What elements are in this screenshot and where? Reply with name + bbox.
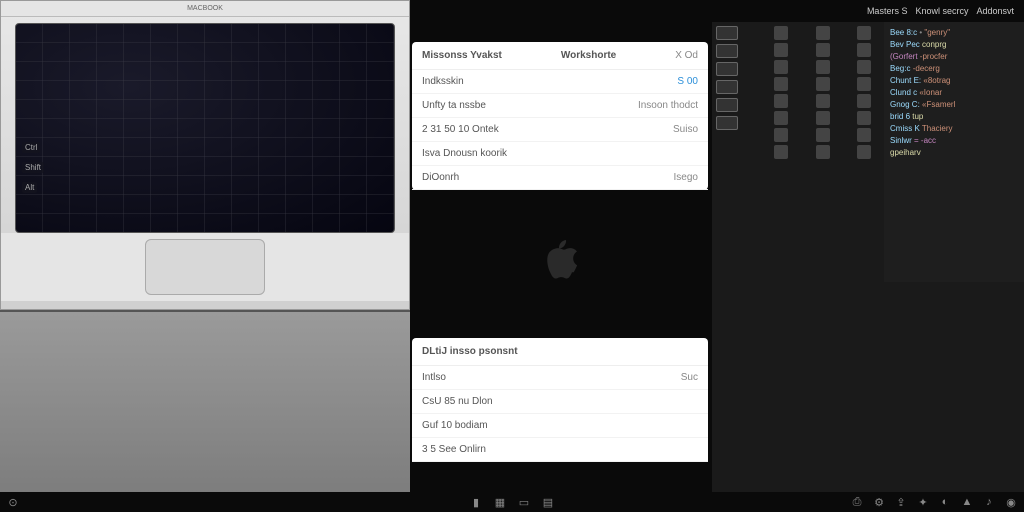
doc-icon[interactable] <box>716 26 738 40</box>
code-line: (Gorfert -procfer <box>890 52 1018 61</box>
settings-row[interactable]: DiOonrhIsego <box>412 166 708 190</box>
code-line: gpeiharv <box>890 148 1018 157</box>
settings-row[interactable]: Isva Dnousn koorik <box>412 142 708 166</box>
menu-item[interactable]: Masters S <box>867 6 908 16</box>
menu-item[interactable]: Knowl secrcy <box>915 6 968 16</box>
settings-row[interactable]: Unfty ta nssbeInsoon thodct <box>412 94 708 118</box>
grid-icon[interactable] <box>774 145 788 159</box>
settings-row[interactable]: 3 5 See Onlirn <box>412 438 708 462</box>
grid-icon[interactable] <box>857 145 871 159</box>
grid-icon[interactable] <box>774 60 788 74</box>
code-line: Cmiss K Thaciery <box>890 124 1018 133</box>
settings-row[interactable]: IntlsoSuc <box>412 366 708 390</box>
close-button[interactable]: X Od <box>675 50 698 61</box>
taskbar-tray-icon[interactable]: ▲ <box>960 495 974 509</box>
code-line: Bee 8:c • "genry" <box>890 28 1018 37</box>
apple-icon <box>539 238 581 291</box>
code-line: Sinlwr = -acc <box>890 136 1018 145</box>
grid-icon[interactable] <box>774 77 788 91</box>
grid-icon[interactable] <box>816 111 830 125</box>
doc-icon-column <box>712 22 770 492</box>
grid-icon[interactable] <box>857 128 871 142</box>
taskbar-app-icon[interactable]: ▤ <box>541 495 555 509</box>
grid-icon[interactable] <box>816 43 830 57</box>
taskbar-app-icon[interactable]: ▦ <box>493 495 507 509</box>
settings-panel-top: Missonss Yvakst Workshorte X Od Indksski… <box>412 42 708 190</box>
code-line: Bev Pec conprg <box>890 40 1018 49</box>
menu-item-right[interactable]: Addonsvt <box>976 6 1014 16</box>
taskbar-tray-icon[interactable]: ⇪ <box>894 495 908 509</box>
grid-icon[interactable] <box>774 128 788 142</box>
key-ctrl: Ctrl <box>22 142 40 153</box>
grid-icon[interactable] <box>774 111 788 125</box>
doc-icon[interactable] <box>716 44 738 58</box>
doc-icon[interactable] <box>716 116 738 130</box>
taskbar-tray-icon[interactable]: ♪ <box>982 495 996 509</box>
taskbar-tray-icon[interactable]: ✦ <box>916 495 930 509</box>
doc-icon[interactable] <box>716 80 738 94</box>
taskbar-tray-icon[interactable]: ⎙ <box>850 495 864 509</box>
grid-icon[interactable] <box>816 145 830 159</box>
code-line: brid 6 tup <box>890 112 1018 121</box>
metal-surface <box>0 310 410 512</box>
taskbar-tray-icon[interactable]: ⚙ <box>872 495 886 509</box>
panel-bot-title: DLtiJ insso psonsnt <box>422 346 518 357</box>
grid-icon[interactable] <box>857 77 871 91</box>
taskbar-start[interactable]: ⊙ <box>6 495 20 509</box>
panel-title-left: Missonss Yvakst <box>422 50 502 61</box>
key-alt: Alt <box>22 182 37 193</box>
grid-icon[interactable] <box>816 128 830 142</box>
code-line: Clund c «Ionar <box>890 88 1018 97</box>
code-line: Beg:c -decerg <box>890 64 1018 73</box>
taskbar-app-icon[interactable]: ▮ <box>469 495 483 509</box>
grid-icon[interactable] <box>774 94 788 108</box>
grid-icon[interactable] <box>857 94 871 108</box>
settings-row[interactable]: 2 31 50 10 OntekSuiso <box>412 118 708 142</box>
settings-row[interactable]: IndksskinS 00 <box>412 70 708 94</box>
key-shift: Shift <box>22 162 44 173</box>
taskbar-tray-icon[interactable]: ◐ <box>938 495 952 509</box>
laptop-brand: MACBOOK <box>1 1 409 17</box>
grid-icon[interactable] <box>816 60 830 74</box>
taskbar-tray-icon[interactable]: ◉ <box>1004 495 1018 509</box>
panel-title-right: Workshorte <box>561 50 616 61</box>
laptop-frame: MACBOOK Ctrl Shift Alt <box>0 0 410 310</box>
doc-icon[interactable] <box>716 62 738 76</box>
grid-icon[interactable] <box>857 43 871 57</box>
taskbar-app-icon[interactable]: ▭ <box>517 495 531 509</box>
grid-icon[interactable] <box>816 94 830 108</box>
grid-icon[interactable] <box>816 77 830 91</box>
settings-row[interactable]: Guf 10 bodiam <box>412 414 708 438</box>
grid-icon[interactable] <box>857 111 871 125</box>
doc-icon[interactable] <box>716 98 738 112</box>
settings-row[interactable]: CsU 85 nu Dlon <box>412 390 708 414</box>
grid-icon[interactable] <box>857 26 871 40</box>
keyboard: Ctrl Shift Alt <box>15 23 395 233</box>
code-panel: Bee 8:c • "genry" Bev Pec conprg (Gorfert … <box>884 22 1024 282</box>
grid-icon[interactable] <box>816 26 830 40</box>
settings-panel-bottom: DLtiJ insso psonsnt IntlsoSucCsU 85 nu D… <box>412 338 708 462</box>
trackpad <box>145 239 265 295</box>
code-line: Gnog C: «Fsamerl <box>890 100 1018 109</box>
grid-icon[interactable] <box>774 43 788 57</box>
taskbar: ⊙ ▮ ▦ ▭ ▤ ⎙ ⚙ ⇪ ✦ ◐ ▲ ♪ ◉ <box>0 492 1024 512</box>
grid-icon[interactable] <box>857 60 871 74</box>
grid-icon[interactable] <box>774 26 788 40</box>
code-line: Chunt E: «8otrag <box>890 76 1018 85</box>
